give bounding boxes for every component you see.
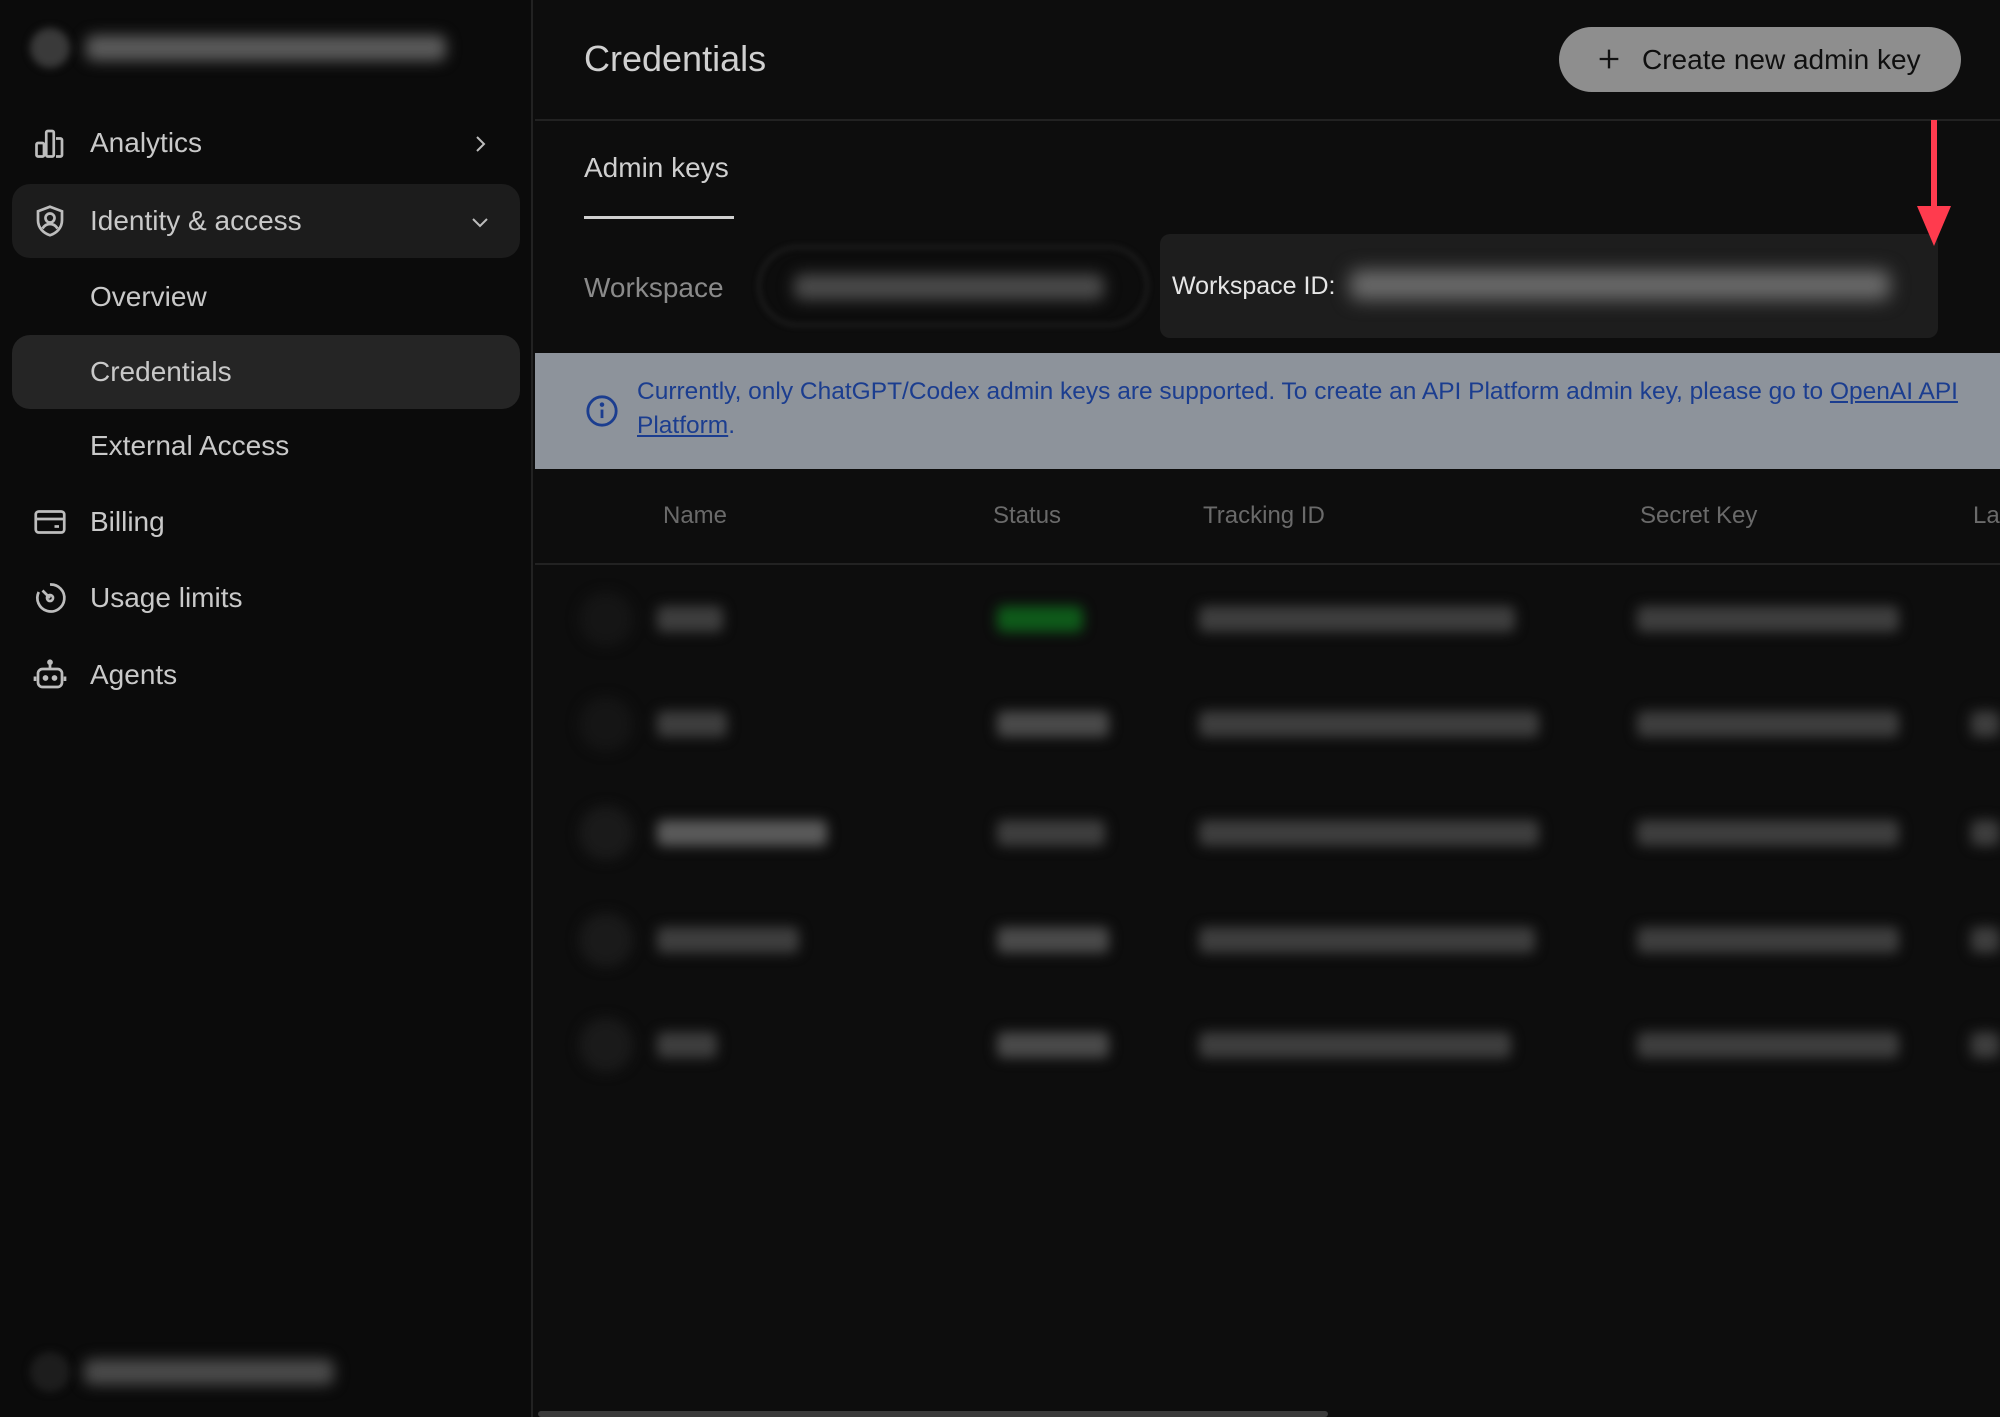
org-name-redacted — [86, 35, 446, 61]
table-row[interactable] — [535, 895, 2000, 985]
sidebar-item-label: Usage limits — [90, 582, 243, 613]
create-admin-key-label: Create new admin key — [1642, 44, 1921, 75]
workspace-select[interactable] — [758, 246, 1148, 326]
chevron-right-icon — [468, 131, 492, 155]
column-header-status[interactable]: Status — [993, 502, 1061, 530]
plus-icon — [1595, 45, 1623, 73]
status-badge — [997, 927, 1109, 953]
row-last-used-redacted — [1971, 927, 2000, 953]
row-tracking-id-redacted — [1199, 711, 1539, 737]
workspace-id-value-redacted[interactable] — [1350, 270, 1890, 300]
row-tracking-id-redacted — [1199, 927, 1535, 953]
user-name-redacted — [84, 1359, 334, 1385]
info-banner: Currently, only ChatGPT/Codex admin keys… — [535, 353, 2000, 469]
sidebar-item-identity-access[interactable]: Identity & access — [12, 184, 520, 258]
column-header-tracking-id[interactable]: Tracking ID — [1203, 502, 1325, 530]
page-title: Credentials — [584, 38, 767, 79]
sidebar-item-label: Billing — [90, 506, 165, 537]
page-header: Credentials Create new admin key — [535, 0, 2000, 121]
status-badge — [997, 606, 1083, 632]
row-secret-key-redacted — [1637, 820, 1899, 846]
table-row[interactable] — [535, 788, 2000, 878]
table-row[interactable] — [535, 1000, 2000, 1090]
robot-icon — [32, 657, 68, 693]
sidebar-item-label: Identity & access — [90, 205, 302, 236]
row-secret-key-redacted — [1637, 711, 1899, 737]
org-switcher[interactable] — [30, 28, 446, 68]
sidebar-item-label: Analytics — [90, 127, 203, 158]
sidebar-item-label: External Access — [90, 430, 290, 461]
row-avatar — [579, 697, 633, 751]
create-admin-key-button[interactable]: Create new admin key — [1559, 27, 1961, 92]
workspace-id-label: Workspace ID: — [1172, 272, 1336, 300]
horizontal-scrollbar[interactable] — [538, 1411, 1328, 1417]
avatar — [30, 1352, 70, 1392]
row-name-redacted — [657, 1032, 717, 1058]
annotation-arrow — [1917, 120, 1951, 246]
row-last-used-redacted — [1971, 1032, 2000, 1058]
sidebar-item-analytics[interactable]: Analytics — [12, 106, 520, 180]
sidebar-item-label: Agents — [90, 659, 178, 690]
gauge-icon — [32, 580, 68, 616]
table-header: Name Status Tracking ID Secret Key La — [535, 470, 2000, 565]
status-badge — [997, 820, 1105, 846]
table-row[interactable] — [535, 679, 2000, 769]
row-last-used-redacted — [1971, 820, 2000, 846]
row-name-redacted — [657, 711, 727, 737]
row-tracking-id-redacted — [1199, 606, 1515, 632]
sidebar-item-agents[interactable]: Agents — [12, 638, 520, 712]
sidebar-item-label: Credentials — [90, 356, 232, 387]
column-header-name[interactable]: Name — [663, 502, 727, 530]
workspace-id-box: Workspace ID: — [1160, 234, 1938, 338]
row-avatar — [579, 913, 633, 967]
row-last-used-redacted — [1971, 711, 2000, 737]
row-secret-key-redacted — [1637, 606, 1899, 632]
credit-card-icon — [32, 504, 68, 540]
info-icon — [585, 394, 619, 428]
sidebar-item-overview[interactable]: Overview — [12, 260, 520, 334]
sidebar-item-credentials[interactable]: Credentials — [12, 335, 520, 409]
row-name-redacted — [657, 606, 723, 632]
row-secret-key-redacted — [1637, 1032, 1899, 1058]
main-content: Credentials Create new admin key Admin k… — [535, 0, 2000, 1417]
sidebar: Analytics Identity & access Overview Cre… — [0, 0, 533, 1417]
row-tracking-id-redacted — [1199, 1032, 1511, 1058]
row-avatar — [579, 1018, 633, 1072]
row-name-redacted — [657, 927, 799, 953]
row-avatar — [579, 806, 633, 860]
sidebar-item-external-access[interactable]: External Access — [12, 409, 520, 483]
shield-user-icon — [32, 203, 68, 239]
status-badge — [997, 711, 1109, 737]
row-name-redacted — [657, 820, 827, 846]
status-badge — [997, 1032, 1109, 1058]
bar-chart-icon — [32, 125, 68, 161]
user-menu[interactable] — [30, 1352, 334, 1392]
org-avatar — [30, 28, 70, 68]
tab-admin-keys[interactable]: Admin keys — [584, 152, 729, 184]
sidebar-item-billing[interactable]: Billing — [12, 485, 520, 559]
row-tracking-id-redacted — [1199, 820, 1539, 846]
banner-text: Currently, only ChatGPT/Codex admin keys… — [637, 378, 1958, 439]
row-secret-key-redacted — [1637, 927, 1899, 953]
workspace-name-redacted — [794, 274, 1104, 300]
workspace-label: Workspace — [584, 272, 724, 303]
chevron-down-icon — [468, 209, 492, 233]
sidebar-item-label: Overview — [90, 281, 207, 312]
sidebar-item-usage-limits[interactable]: Usage limits — [12, 561, 520, 635]
table-row[interactable] — [535, 574, 2000, 664]
column-header-last-used[interactable]: La — [1973, 502, 2000, 530]
row-avatar — [579, 592, 633, 646]
column-header-secret-key[interactable]: Secret Key — [1640, 502, 1757, 530]
tab-active-indicator — [584, 216, 734, 219]
